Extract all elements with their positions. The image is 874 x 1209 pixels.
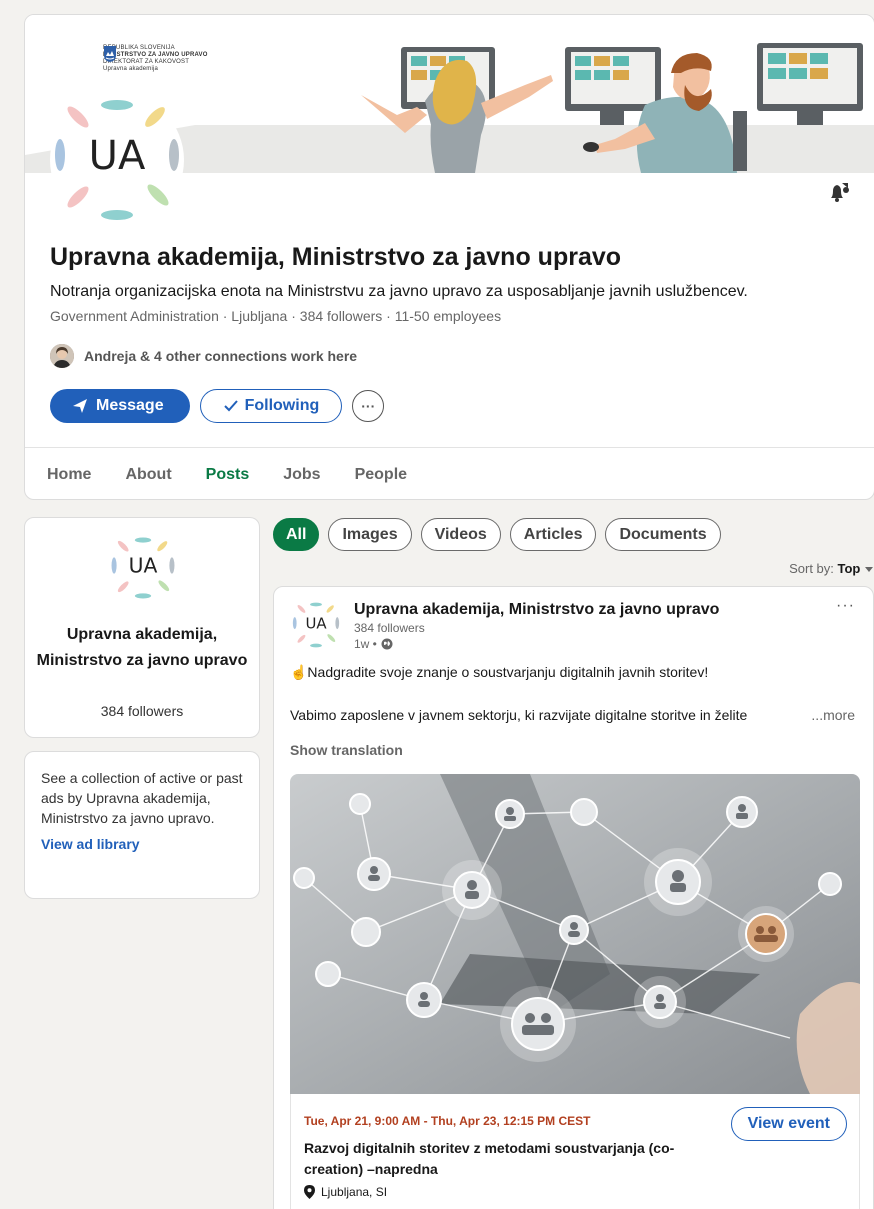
checkmark-icon [223, 400, 238, 412]
message-button[interactable]: Message [50, 389, 190, 423]
following-button[interactable]: Following [199, 389, 343, 423]
caret-down-icon [865, 567, 873, 572]
location-pin-icon [304, 1185, 315, 1199]
sort-value: Top [837, 561, 861, 576]
view-ad-library-link[interactable]: View ad library [41, 836, 243, 852]
connections-link[interactable]: Andreja & 4 other connections work here [50, 344, 357, 368]
event-location: Ljubljana, SI [304, 1185, 387, 1199]
logo-text: UA [89, 133, 146, 179]
filter-videos[interactable]: Videos [420, 518, 501, 551]
sidebar-followers: 384 followers [100, 703, 184, 719]
tab-jobs[interactable]: Jobs [266, 448, 337, 499]
ad-library-text: See a collection of active or past ads b… [41, 770, 243, 826]
sort-dropdown[interactable]: Sort by: Top [789, 561, 874, 576]
ad-library-card: See a collection of active or past ads b… [24, 751, 260, 899]
send-icon [73, 399, 87, 413]
post-timestamp: 1w • [354, 637, 393, 651]
sidebar-company-card: UA Upravna akademija, Ministrstvo za jav… [24, 517, 260, 738]
post-time-text: 1w • [354, 637, 377, 651]
post-options-button[interactable]: ··· [836, 597, 855, 615]
view-event-button[interactable]: View event [730, 1107, 847, 1141]
event-cover-image[interactable] [290, 774, 860, 1094]
more-actions-button[interactable]: ··· [352, 390, 385, 422]
tab-posts[interactable]: Posts [189, 448, 267, 499]
filter-articles[interactable]: Articles [509, 518, 597, 551]
action-buttons: Message Following ··· [50, 389, 385, 423]
post-author-followers: 384 followers [354, 621, 425, 635]
coat-of-arms-icon [104, 46, 116, 62]
tab-people[interactable]: People [338, 448, 424, 499]
post-filters: All Images Videos Articles Documents [273, 518, 721, 551]
sort-prefix: Sort by: [789, 561, 834, 576]
post-author-logo[interactable]: UA [291, 600, 341, 650]
company-logo[interactable]: UA [50, 93, 184, 227]
company-tagline: Notranja organizacijska enota na Ministr… [50, 283, 748, 300]
message-button-label: Message [96, 397, 164, 414]
feed-post: UA Upravna akademija, Ministrstvo za jav… [273, 586, 874, 1209]
government-text: REPUBLIKA SLOVENIJA MINISTRSTVO ZA JAVNO… [103, 45, 208, 73]
page-tabs: Home About Posts Jobs People [25, 447, 874, 499]
post-text-line: ☝️Nadgradite svoje znanje o soustvarjanj… [290, 664, 709, 680]
ua-logo-graphic: UA [55, 100, 179, 220]
logo-text: UA [305, 614, 327, 632]
event-location-text: Ljubljana, SI [321, 1185, 388, 1199]
logo-text: UA [129, 554, 158, 578]
see-more-link[interactable]: ...more [811, 707, 855, 723]
filter-all[interactable]: All [273, 518, 320, 551]
network-people-illustration [290, 774, 860, 1094]
following-button-label: Following [244, 397, 320, 414]
show-translation-link[interactable]: Show translation [290, 742, 403, 758]
tab-about[interactable]: About [108, 448, 188, 499]
event-title[interactable]: Razvoj digitalnih storitev z metodami so… [304, 1138, 724, 1180]
globe-icon [381, 638, 393, 650]
filter-images[interactable]: Images [328, 518, 412, 551]
post-text-line: Vabimo zaposlene v javnem sektorju, ki r… [290, 707, 748, 723]
more-dots-icon: ··· [361, 398, 376, 414]
company-top-card: REPUBLIKA SLOVENIJA MINISTRSTVO ZA JAVNO… [24, 14, 874, 500]
gov-line: REPUBLIKA SLOVENIJA [103, 45, 175, 51]
sidebar-company-name[interactable]: Upravna akademija, Ministrstvo za javno … [35, 622, 249, 674]
tab-home[interactable]: Home [47, 448, 108, 499]
notification-bell-icon[interactable] [826, 179, 852, 205]
person-avatar-icon [50, 344, 74, 368]
filter-documents[interactable]: Documents [605, 518, 721, 551]
gov-line: DIREKTORAT ZA KAKOVOST [103, 59, 190, 65]
connections-text: Andreja & 4 other connections work here [84, 348, 358, 364]
gov-line: Upravna akademija [103, 66, 159, 72]
company-name: Upravna akademija, Ministrstvo za javno … [50, 243, 622, 271]
gov-line: MINISTRSTVO ZA JAVNO UPRAVO [103, 52, 208, 58]
post-author-name[interactable]: Upravna akademija, Ministrstvo za javno … [354, 601, 719, 619]
event-details: Tue, Apr 21, 9:00 AM - Thu, Apr 23, 12:1… [290, 1094, 860, 1209]
event-date: Tue, Apr 21, 9:00 AM - Thu, Apr 23, 12:1… [304, 1114, 591, 1128]
sidebar-company-logo[interactable]: UA [109, 534, 177, 602]
company-meta: Government Administration · Ljubljana · … [50, 308, 502, 324]
connection-avatar [50, 344, 74, 368]
government-logo: REPUBLIKA SLOVENIJA MINISTRSTVO ZA JAVNO… [103, 45, 208, 73]
